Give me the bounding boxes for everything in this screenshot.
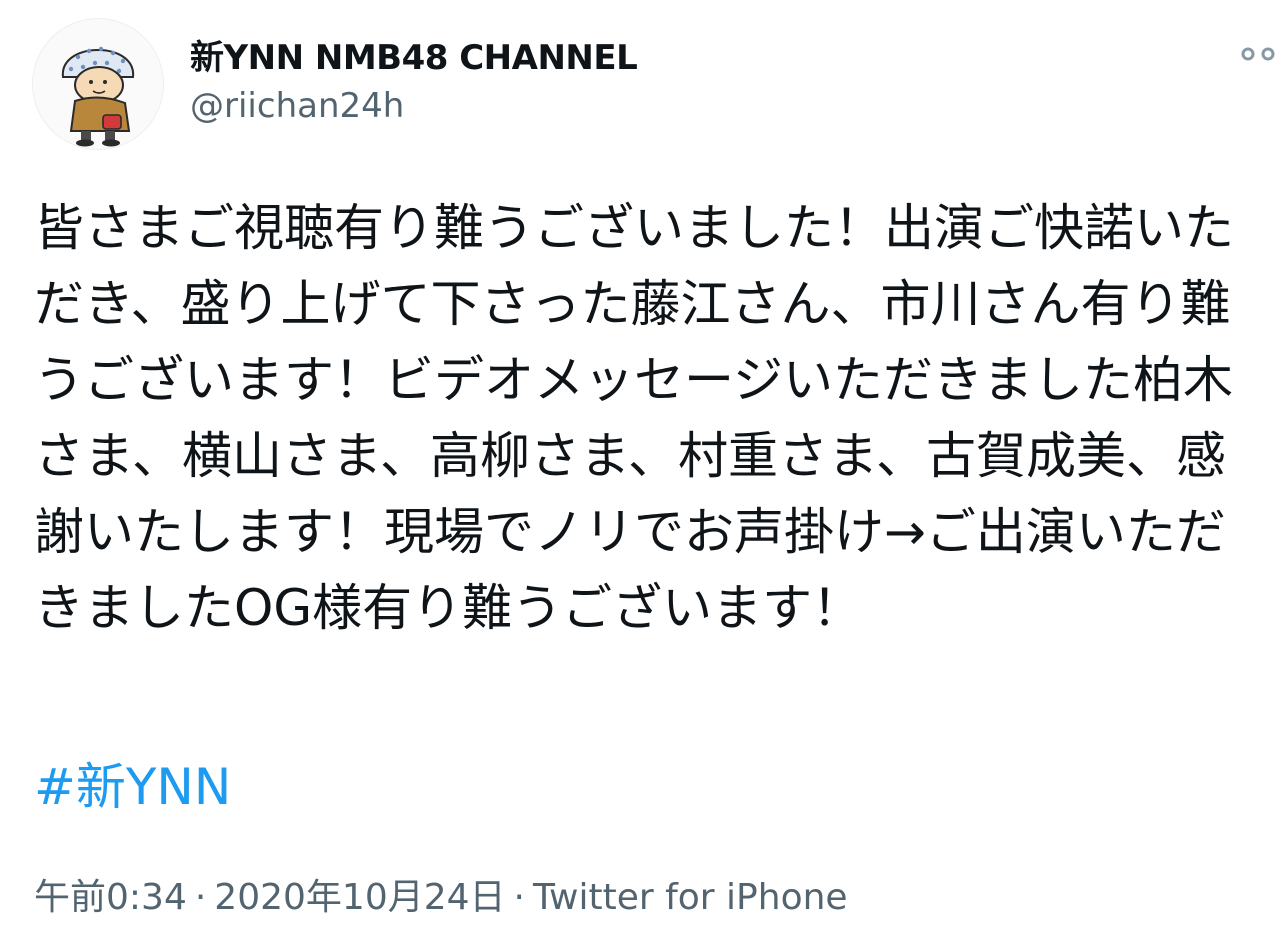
display-name[interactable]: 新YNN NMB48 CHANNEL [190, 30, 638, 79]
tweet-time: 午前0:34 [34, 877, 187, 918]
tweet-date: 2020年10月24日 [214, 877, 506, 918]
hashtag-link[interactable]: #新YNN [34, 754, 231, 820]
tweet-text: 皆さまご視聴有り難うございました！出演ご快諾いただき、盛り上げて下さった藤江さん… [34, 199, 1234, 637]
meta-separator: · [194, 877, 207, 918]
user-handle[interactable]: @riichan24h [190, 86, 404, 126]
tweet-card: 新YNN NMB48 CHANNEL @riichan24h 皆さまご視聴有り難… [0, 0, 1280, 935]
more-options-icon [1241, 47, 1275, 61]
more-options-button[interactable] [1238, 36, 1280, 68]
meta-separator: · [513, 877, 525, 918]
tweet-source-link[interactable]: Twitter for iPhone [533, 877, 848, 918]
cartoon-avatar-icon [61, 46, 135, 147]
avatar[interactable] [32, 18, 164, 150]
tweet-metadata: 午前0:34 · 2020年10月24日 · Twitter for iPhone [34, 868, 848, 920]
